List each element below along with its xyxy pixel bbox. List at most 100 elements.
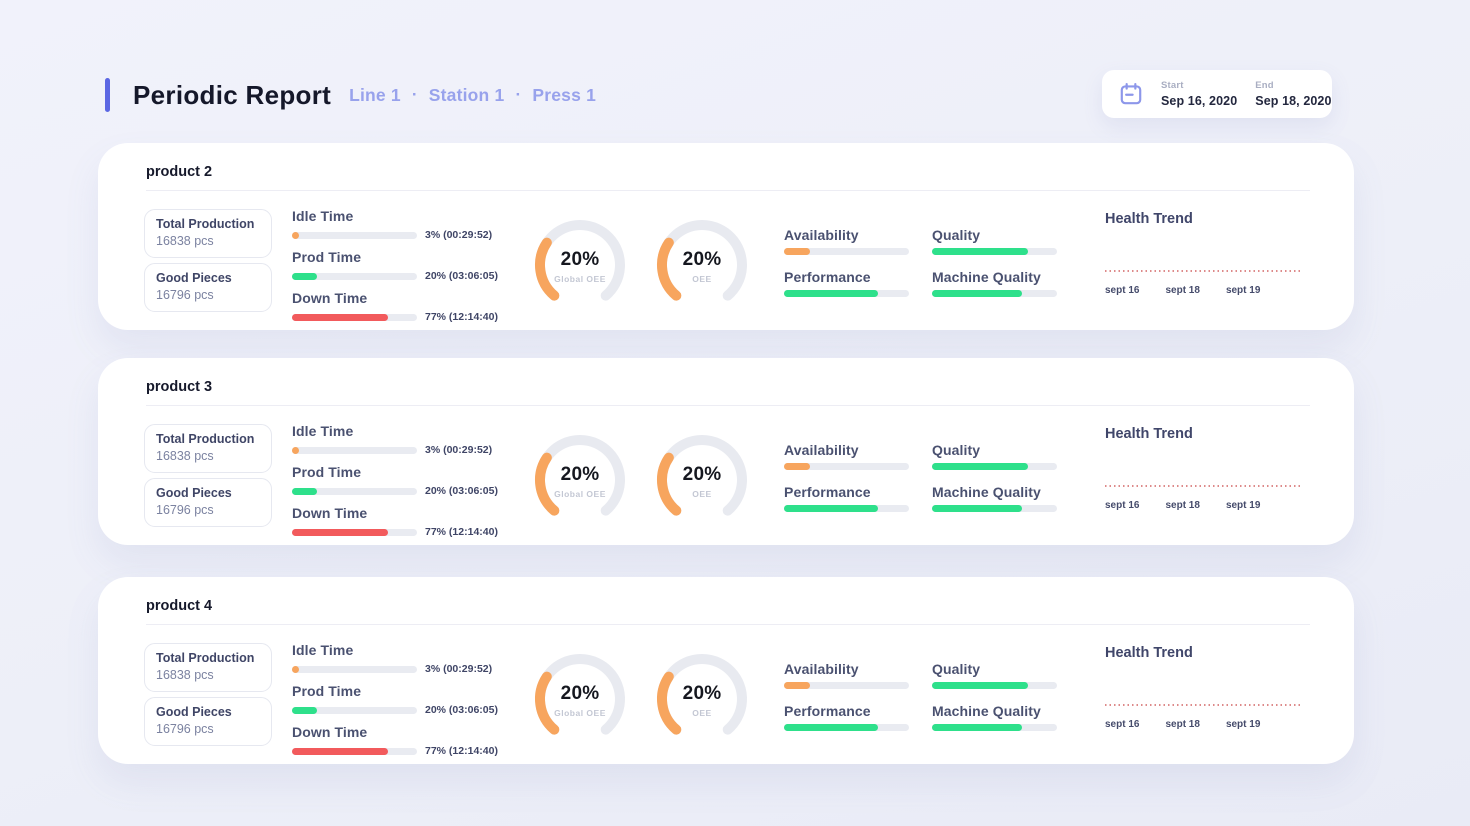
time-bar-row: Idle Time 3% (00:29:52) [292,208,494,241]
gauge-track [540,225,620,296]
calendar-icon [1118,81,1144,107]
date-range-picker[interactable]: Start Sep 16, 2020 End Sep 18, 2020 [1102,70,1332,118]
date-end-label: End [1255,80,1331,91]
health-date-label: sept 19 [1226,285,1260,296]
time-bar-fill [292,447,299,454]
metric: Quality [932,661,1057,689]
time-bar-label: Down Time [292,724,494,740]
product-title: product 4 [146,598,212,614]
time-bar-value: 77% (12:14:40) [425,745,498,757]
time-bar-track [292,488,417,495]
breadcrumb-item-line[interactable]: Line 1 [349,85,401,106]
time-bar-fill [292,666,299,673]
health-trend-title: Health Trend [1105,426,1303,442]
metric: Availability [784,661,909,689]
gauges-column: 20% Global OEE 20% OEE [532,217,750,313]
metric: Machine Quality [932,269,1057,297]
stat-value: 16796 pcs [156,722,260,737]
metric: Quality [932,442,1057,470]
metric-label: Quality [932,661,1057,677]
time-bar-track [292,232,417,239]
metric-fill [784,290,878,297]
metric-label: Performance [784,484,909,500]
time-bar-label: Idle Time [292,642,494,658]
gauge-fill [662,458,676,511]
metric-label: Quality [932,227,1057,243]
breadcrumb-item-press[interactable]: Press 1 [532,85,596,106]
metric-fill [932,248,1028,255]
time-bar-row: Down Time 77% (12:14:40) [292,505,494,538]
health-trend-column: Health Trend sept 16 sept 18 sept 19 [1105,426,1303,511]
breadcrumb-separator: · [412,85,418,105]
health-trend-dates: sept 16 sept 18 sept 19 [1105,500,1303,511]
metric-fill [784,248,810,255]
health-trend-line [1105,270,1301,272]
time-bar-track [292,314,417,321]
product-title: product 2 [146,164,212,180]
oee-gauge: 20% Global OEE [532,651,628,747]
health-trend-dates: sept 16 sept 18 sept 19 [1105,719,1303,730]
metric-track [932,290,1057,297]
metric: Performance [784,703,909,731]
oee-gauge: 20% Global OEE [532,217,628,313]
health-trend-column: Health Trend sept 16 sept 18 sept 19 [1105,645,1303,730]
metric: Performance [784,269,909,297]
date-start-value: Sep 16, 2020 [1161,94,1237,108]
card-divider [146,190,1310,191]
oee-gauge: 20% OEE [654,217,750,313]
gauge-fill [540,677,554,730]
time-bar-track [292,666,417,673]
time-bar-label: Idle Time [292,423,494,439]
metric-label: Machine Quality [932,269,1057,285]
metrics-column: Availability Quality Performance Machine… [784,442,1057,512]
time-bar-track [292,273,417,280]
metric-track [932,724,1057,731]
metric-track [932,682,1057,689]
health-date-label: sept 18 [1165,500,1199,511]
stat-value: 16838 pcs [156,234,260,249]
metric: Quality [932,227,1057,255]
time-bar-fill [292,488,317,495]
metric-track [784,724,909,731]
stats-column: Total Production 16838 pcs Good Pieces 1… [144,424,272,532]
gauge-fill [662,243,676,296]
stat-value: 16796 pcs [156,503,260,518]
time-bar-value: 3% (00:29:52) [425,663,492,675]
time-bar-label: Prod Time [292,683,494,699]
gauge-track [662,659,742,730]
time-bar-row: Prod Time 20% (03:06:05) [292,249,494,282]
card-divider [146,405,1310,406]
card-content-row: Total Production 16838 pcs Good Pieces 1… [144,420,1336,546]
health-trend-title: Health Trend [1105,645,1303,661]
health-date-label: sept 18 [1165,719,1199,730]
health-date-label: sept 18 [1165,285,1199,296]
time-bar-value: 77% (12:14:40) [425,311,498,323]
product-card: product 4 Total Production 16838 pcs Goo… [98,577,1354,764]
product-title: product 3 [146,379,212,395]
stat-box: Good Pieces 16796 pcs [144,697,272,746]
time-bar-row: Prod Time 20% (03:06:05) [292,683,494,716]
time-bar-value: 20% (03:06:05) [425,704,498,716]
metric: Machine Quality [932,484,1057,512]
stat-label: Total Production [156,217,260,232]
metric-label: Machine Quality [932,484,1057,500]
metric-fill [932,463,1028,470]
date-end: End Sep 18, 2020 [1255,80,1331,108]
time-bars-column: Idle Time 3% (00:29:52) Prod Time 20% (0… [292,208,494,331]
metric-fill [784,463,810,470]
page-header: Periodic Report Line 1 · Station 1 · Pre… [105,74,596,116]
page-title: Periodic Report [133,80,331,111]
metric-label: Performance [784,269,909,285]
stat-label: Good Pieces [156,486,260,501]
health-trend-line [1105,485,1301,487]
health-date-label: sept 19 [1226,500,1260,511]
metric-fill [932,724,1022,731]
breadcrumb-item-station[interactable]: Station 1 [429,85,505,106]
time-bar-label: Down Time [292,290,494,306]
time-bar-row: Idle Time 3% (00:29:52) [292,423,494,456]
oee-gauge: 20% Global OEE [532,432,628,528]
time-bar-fill [292,273,317,280]
product-card: product 2 Total Production 16838 pcs Goo… [98,143,1354,330]
gauges-column: 20% Global OEE 20% OEE [532,432,750,528]
gauge-fill [540,243,554,296]
